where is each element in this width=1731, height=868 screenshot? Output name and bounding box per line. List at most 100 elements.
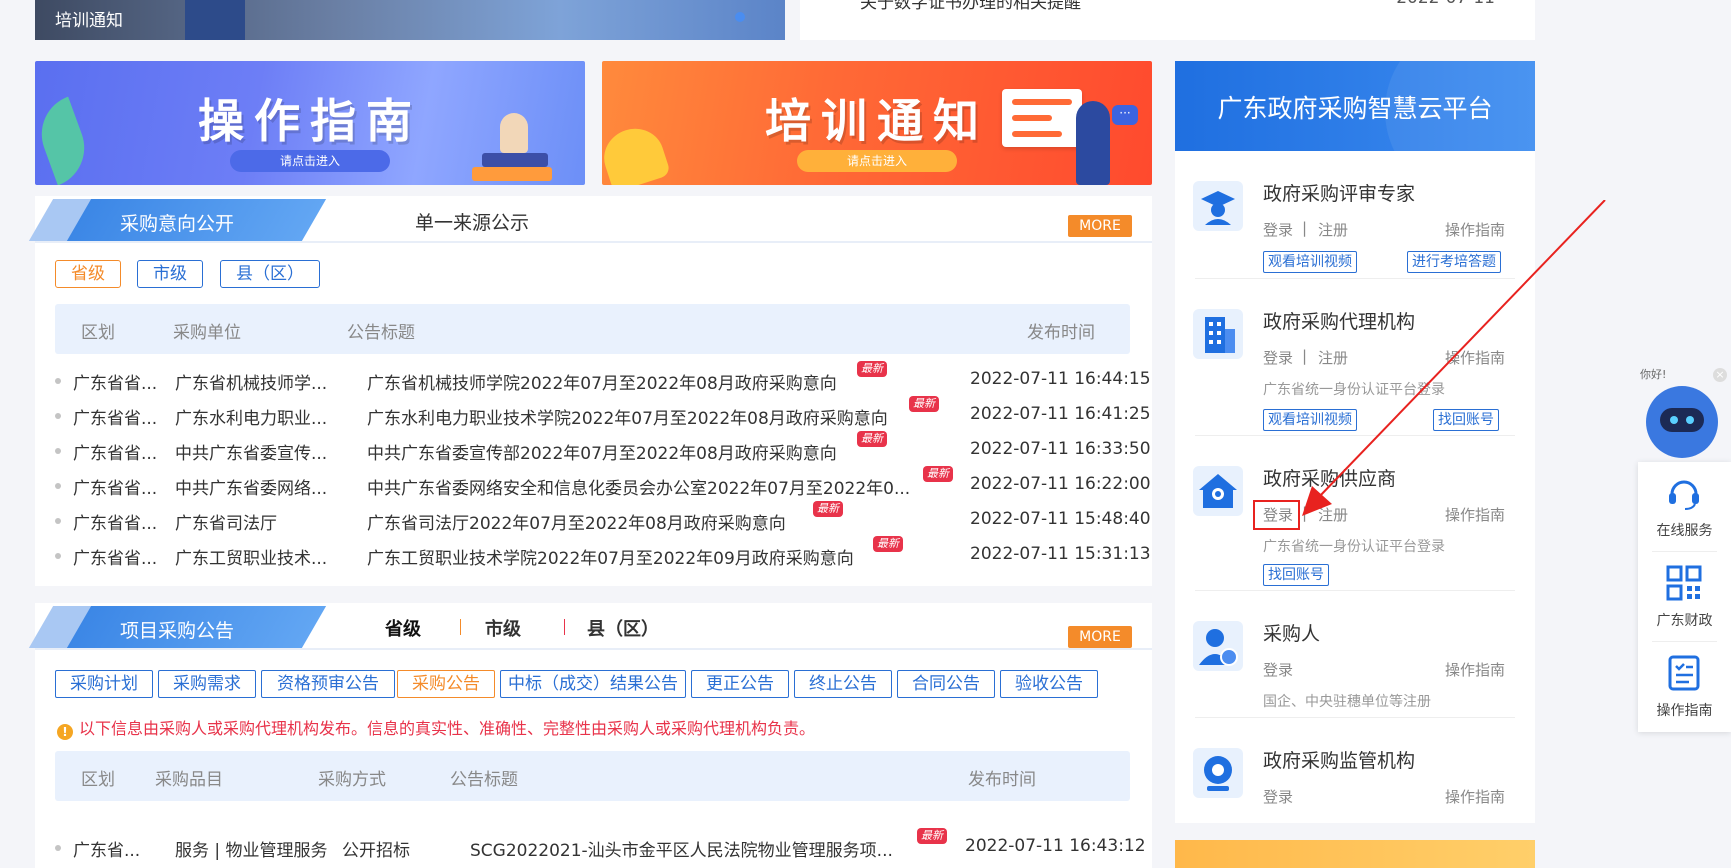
cat-award-result[interactable]: 中标（成交）结果公告: [500, 670, 686, 698]
project-announcement-panel: 项目采购公告 省级 市级 县（区） MORE 采购计划 采购需求 资格预审公告 …: [28, 603, 1152, 868]
guide-link[interactable]: 操作指南: [1445, 659, 1505, 680]
top-news-title[interactable]: 关于数字证书办理的相关提醒: [860, 0, 1081, 13]
new-badge: 最新: [857, 361, 887, 377]
row-region: 广东省省...: [73, 514, 158, 534]
top-news-item[interactable]: 关于数字证书办理的相关提醒 2022-07-11: [800, 0, 1535, 40]
col-region: 区划: [81, 323, 115, 343]
camera-icon: [1193, 748, 1243, 798]
tab-single-source[interactable]: 单一来源公示: [415, 208, 529, 235]
procurement-intent-panel: 采购意向公开 单一来源公示 MORE 省级 市级 县（区） 区划 采购单位 公告…: [28, 196, 1152, 586]
cat-prequalification[interactable]: 资格预审公告: [261, 670, 395, 698]
filter-county[interactable]: 县（区）: [220, 260, 320, 288]
tab-provincial[interactable]: 省级: [385, 615, 421, 641]
intent-table-header: 区划 采购单位 公告标题 发布时间: [55, 304, 1130, 354]
section-title[interactable]: 项目采购公告: [120, 616, 234, 643]
new-badge: 最新: [909, 396, 939, 412]
row-region: 广东省省...: [73, 374, 158, 394]
cat-procurement-notice[interactable]: 采购公告: [397, 670, 495, 698]
building-icon: [1193, 309, 1243, 359]
row-title[interactable]: 广东水利电力职业技术学院2022年07月至2022年08月政府采购意向: [367, 404, 888, 429]
table-row[interactable]: 广东省省... 广东工贸职业技术... 广东工贸职业技术学院2022年07月至2…: [55, 536, 1151, 573]
more-button[interactable]: MORE: [1068, 626, 1132, 648]
warning-icon: !: [57, 724, 73, 740]
bottom-promo-banner[interactable]: [1175, 840, 1535, 868]
platform-title: 广东政府采购智慧云平台: [1217, 94, 1493, 123]
online-service-button[interactable]: 在线服务: [1638, 462, 1731, 552]
row-title[interactable]: 中共广东省委网络安全和信息化委员会办公室2022年07月至2022年0...: [367, 474, 917, 499]
banner-enter-button[interactable]: 请点击进入: [230, 150, 390, 172]
login-link[interactable]: 登录: [1263, 786, 1293, 807]
disclaimer-text: 以下信息由采购人或采购代理机构发布。信息的真实性、准确性、完整性由采购人或采购代…: [79, 719, 816, 738]
guide-link[interactable]: 操作指南: [1445, 786, 1505, 807]
login-link[interactable]: 登录: [1263, 347, 1293, 368]
service-menu: 在线服务 广东财政 操作指南: [1638, 462, 1731, 732]
row-title[interactable]: 广东工贸职业技术学院2022年07月至2022年09月政府采购意向: [367, 544, 854, 569]
row-title[interactable]: 中共广东省委宣传部2022年07月至2022年08月政府采购意向: [367, 439, 837, 464]
tab-city[interactable]: 市级: [485, 615, 521, 641]
cat-acceptance[interactable]: 验收公告: [1000, 670, 1098, 698]
col-method: 采购方式: [318, 770, 386, 790]
tab-county[interactable]: 县（区）: [587, 615, 659, 641]
section-title[interactable]: 采购意向公开: [120, 209, 234, 236]
filter-city[interactable]: 市级: [137, 260, 203, 288]
row-time: 2022-07-11 15:48:40: [970, 509, 1151, 529]
banner-figure: [185, 0, 245, 40]
row-title[interactable]: SCG2022021-汕头市金平区人民法院物业管理服务项...: [470, 836, 910, 861]
section-tab-project[interactable]: 项目采购公告: [28, 606, 1152, 650]
robot-avatar-icon[interactable]: [1646, 386, 1718, 458]
top-training-banner[interactable]: 培训通知: [35, 0, 785, 40]
login-link[interactable]: 登录: [1263, 659, 1293, 680]
row-unit: 广东工贸职业技术...: [175, 549, 328, 569]
col-title: 公告标题: [347, 323, 415, 343]
more-button[interactable]: MORE: [1068, 215, 1132, 237]
training-notice-banner[interactable]: ··· 培训通知 请点击进入: [602, 61, 1152, 185]
row-method: 公开招标: [342, 841, 410, 861]
bot-greeting: 你好!: [1640, 368, 1667, 381]
cat-contract[interactable]: 合同公告: [897, 670, 995, 698]
filter-provincial[interactable]: 省级: [55, 260, 121, 288]
row-title[interactable]: 广东省司法厅2022年07月至2022年08月政府采购意向: [367, 509, 786, 534]
table-row[interactable]: 广东省省... 中共广东省委宣传... 中共广东省委宣传部2022年07月至20…: [55, 431, 1151, 468]
row-region: 广东省省...: [73, 409, 158, 429]
table-row[interactable]: 广东省省... 中共广东省委网络... 中共广东省委网络安全和信息化委员会办公室…: [55, 466, 1151, 503]
table-row[interactable]: 广东省省... 广东省司法厅 广东省司法厅2022年07月至2022年08月政府…: [55, 501, 1151, 538]
chatbot-widget[interactable]: 你好! ×: [1638, 362, 1731, 462]
table-row[interactable]: 广东省... 服务 | 物业管理服务 公开招标 SCG2022021-汕头市金平…: [55, 828, 1146, 865]
carousel-dot[interactable]: [735, 12, 745, 22]
banner-title: 培训通知: [765, 94, 989, 148]
platform-header[interactable]: 广东政府采购智慧云平台: [1175, 61, 1535, 151]
soe-register-link[interactable]: 国企、中央驻穗单位等注册: [1263, 691, 1431, 711]
banner-enter-button[interactable]: 请点击进入: [797, 150, 957, 172]
new-badge: 最新: [813, 501, 843, 517]
tab-separator: [564, 619, 565, 635]
col-time: 发布时间: [968, 770, 1036, 790]
cat-purchase-demand[interactable]: 采购需求: [158, 670, 256, 698]
new-badge: 最新: [917, 828, 947, 844]
row-unit: 中共广东省委宣传...: [175, 444, 328, 464]
role-supervision: 政府采购监管机构 登录 操作指南: [1175, 718, 1535, 823]
gd-finance-button[interactable]: 广东财政: [1638, 552, 1731, 642]
unified-auth-login[interactable]: 广东省统一身份认证平台登录: [1263, 536, 1445, 556]
section-tab-intent[interactable]: 采购意向公开: [28, 199, 1152, 243]
operation-guide-banner[interactable]: 操作指南 请点击进入: [35, 61, 585, 185]
col-item: 采购品目: [155, 770, 223, 790]
row-time: 2022-07-11 16:22:00: [970, 474, 1151, 494]
close-icon[interactable]: ×: [1713, 368, 1727, 382]
table-row[interactable]: 广东省省... 广东水利电力职业... 广东水利电力职业技术学院2022年07月…: [55, 396, 1151, 433]
row-region: 广东省...: [73, 841, 141, 861]
row-time: 2022-07-11 15:31:13: [970, 544, 1151, 564]
login-link[interactable]: 登录: [1263, 219, 1293, 240]
role-title: 政府采购监管机构: [1263, 750, 1416, 772]
cat-termination[interactable]: 终止公告: [794, 670, 892, 698]
cat-purchase-plan[interactable]: 采购计划: [55, 670, 153, 698]
banner-title: 操作指南: [198, 94, 422, 148]
operation-guide-button[interactable]: 操作指南: [1638, 642, 1731, 732]
table-row[interactable]: 广东省省... 广东省机械技师学... 广东省机械技师学院2022年07月至20…: [55, 361, 1151, 398]
recover-account-link[interactable]: 找回账号: [1263, 564, 1329, 586]
row-region: 广东省省...: [73, 444, 158, 464]
top-banner-label: 培训通知: [55, 11, 123, 31]
row-title[interactable]: 广东省机械技师学院2022年07月至2022年08月政府采购意向: [367, 369, 837, 394]
col-time: 发布时间: [1027, 323, 1095, 343]
cat-correction[interactable]: 更正公告: [691, 670, 789, 698]
service-label: 广东财政: [1656, 613, 1713, 629]
